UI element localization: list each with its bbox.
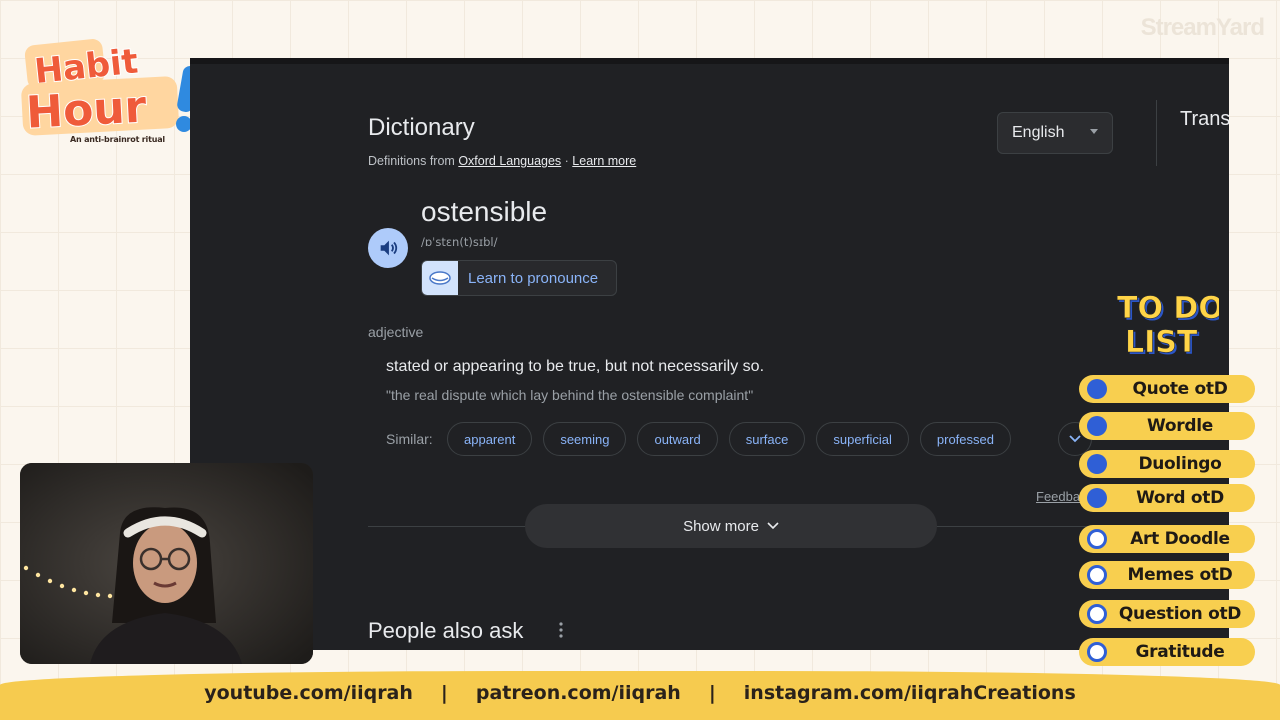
oxford-languages-link[interactable]: Oxford Languages xyxy=(458,154,561,168)
todo-item-label: Wordle xyxy=(1147,416,1213,436)
checked-circle-icon xyxy=(1087,416,1107,436)
todo-item[interactable]: Memes otD xyxy=(1079,561,1255,589)
svg-text:LIST: LIST xyxy=(1125,325,1198,360)
language-value: English xyxy=(1012,124,1065,141)
people-also-ask-heading: People also ask xyxy=(368,618,524,643)
show-more-button[interactable]: Show more xyxy=(525,504,937,548)
browser-edge xyxy=(190,58,1229,64)
dropdown-caret-icon xyxy=(1090,129,1098,134)
todo-item[interactable]: Wordle xyxy=(1079,412,1255,440)
similar-label: Similar: xyxy=(386,431,433,447)
todo-item-label: Word otD xyxy=(1136,488,1224,508)
more-options-icon[interactable] xyxy=(558,622,564,638)
chevron-down-icon xyxy=(1069,435,1081,443)
checked-circle-icon xyxy=(1087,488,1107,508)
mouth-icon xyxy=(422,261,458,295)
part-of-speech: adjective xyxy=(368,324,424,340)
logo-graphic: Habit Hour xyxy=(21,39,199,140)
example-sentence: "the real dispute which lay behind the o… xyxy=(386,387,754,403)
habit-hour-logo: Habit Hour An anti-brainrot ritual xyxy=(18,36,208,146)
empty-circle-icon xyxy=(1087,565,1107,585)
todo-list-title: TO DO TO DO LIST LIST xyxy=(1113,288,1226,362)
todo-item-label: Gratitude xyxy=(1135,642,1225,662)
checked-circle-icon xyxy=(1087,379,1107,399)
todo-item-label: Question otD xyxy=(1118,604,1242,624)
similar-chip[interactable]: apparent xyxy=(447,422,533,456)
footer-separator: | xyxy=(708,682,716,704)
similar-chip[interactable]: surface xyxy=(728,422,806,456)
speaker-icon xyxy=(380,240,398,256)
learn-to-pronounce-label: Learn to pronounce xyxy=(468,269,599,287)
similar-chip[interactable]: superficial xyxy=(816,422,909,456)
youtube-link[interactable]: youtube.com/iiqrah xyxy=(204,682,413,704)
dictionary-source: Definitions from Oxford Languages · Lear… xyxy=(368,154,636,168)
similar-chip[interactable]: seeming xyxy=(543,422,627,456)
footer-links: youtube.com/iiqrah | patreon.com/iiqrah | in… xyxy=(0,682,1280,704)
footer-separator: | xyxy=(440,682,448,704)
svg-text:TO DO: TO DO xyxy=(1117,291,1219,326)
panel-divider xyxy=(1156,100,1157,166)
translate-tab[interactable]: Trans xyxy=(1180,108,1229,131)
patreon-link[interactable]: patreon.com/iiqrah xyxy=(476,682,681,704)
checked-circle-icon xyxy=(1087,454,1107,474)
language-select[interactable]: English xyxy=(997,112,1113,154)
phonetic-spelling: /ɒˈstɛn(t)sɪbl/ xyxy=(421,235,498,249)
dictionary-title: Dictionary xyxy=(368,114,475,141)
todo-item[interactable]: Duolingo xyxy=(1079,450,1255,478)
todo-item[interactable]: Gratitude xyxy=(1079,638,1255,666)
speaker-button[interactable] xyxy=(368,228,408,268)
todo-item-label: Art Doodle xyxy=(1130,529,1230,549)
todo-item[interactable]: Question otD xyxy=(1079,600,1255,628)
todo-item[interactable]: Word otD xyxy=(1079,484,1255,512)
definition-text: stated or appearing to be true, but not … xyxy=(386,358,765,375)
webcam-feed xyxy=(20,463,313,664)
empty-circle-icon xyxy=(1087,529,1107,549)
streamyard-watermark: StreamYard xyxy=(1140,14,1265,41)
todo-item-label: Memes otD xyxy=(1127,565,1233,585)
todo-item-label: Quote otD xyxy=(1132,379,1228,399)
instagram-link[interactable]: instagram.com/iiqrahCreations xyxy=(744,682,1076,704)
todo-item-label: Duolingo xyxy=(1138,454,1222,474)
todo-item[interactable]: Quote otD xyxy=(1079,375,1255,403)
chevron-down-icon xyxy=(767,522,779,530)
headword: ostensible xyxy=(421,196,548,227)
similar-chip[interactable]: professed xyxy=(919,422,1011,456)
learn-to-pronounce-button[interactable]: Learn to pronounce xyxy=(421,260,617,296)
empty-circle-icon xyxy=(1087,642,1107,662)
source-separator: · xyxy=(561,154,573,168)
similar-chip[interactable]: outward xyxy=(637,422,718,456)
show-more-label: Show more xyxy=(683,517,759,535)
similar-words: apparent seeming outward surface superfi… xyxy=(447,422,1011,456)
logo-tagline: An anti-brainrot ritual xyxy=(70,135,165,144)
svg-text:Hour: Hour xyxy=(25,81,148,138)
todo-item[interactable]: Art Doodle xyxy=(1079,525,1255,553)
shared-screen: Dictionary Definitions from Oxford Langu… xyxy=(190,58,1229,650)
learn-more-link[interactable]: Learn more xyxy=(572,154,636,168)
source-prefix: Definitions from xyxy=(368,154,455,168)
webcam-person-image xyxy=(20,463,313,664)
empty-circle-icon xyxy=(1087,604,1107,624)
